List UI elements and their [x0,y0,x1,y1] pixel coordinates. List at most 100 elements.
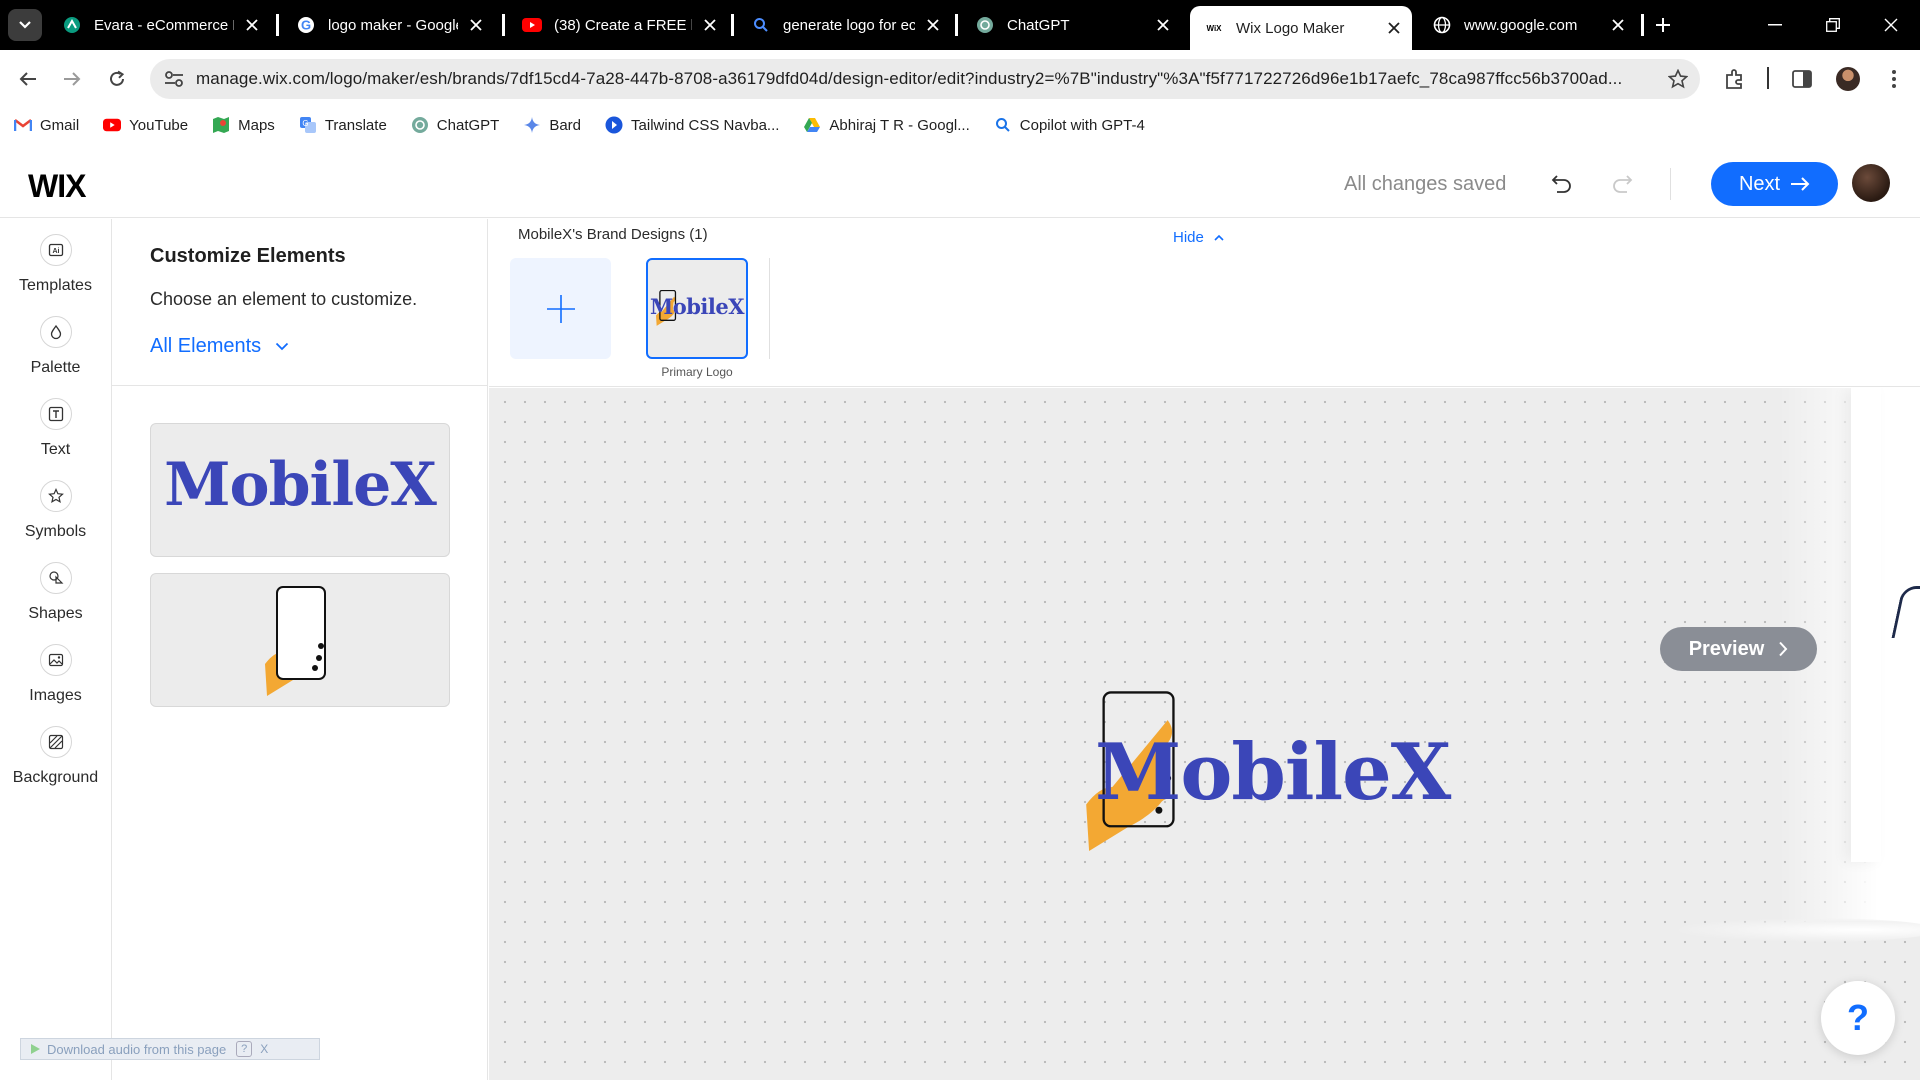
evara-icon [62,15,82,35]
tab-separator [955,14,958,36]
all-elements-dropdown[interactable]: All Elements [150,335,289,358]
browser-tab-strip: Evara - eCommerce H G logo maker - Googl… [0,0,1920,50]
tab-wix-logo-maker[interactable]: WiX Wix Logo Maker [1190,6,1412,50]
restore-icon [1826,18,1840,32]
hide-button[interactable]: Hide [1173,229,1224,246]
header-divider [1670,168,1671,200]
tab-search-button[interactable] [8,9,42,41]
help-button[interactable]: ? [1821,981,1895,1055]
rail-label: Images [29,687,82,704]
close-icon[interactable] [242,15,262,35]
help-icon[interactable]: ? [236,1041,253,1057]
bookmark-drive[interactable]: Abhiraj T R - Googl... [803,116,970,134]
rail-label: Background [12,769,99,786]
play-icon [31,1044,40,1054]
primary-logo-thumbnail[interactable]: MobileX [646,258,748,359]
tab-google-com[interactable]: www.google.com [1418,6,1636,44]
tab-title: www.google.com [1464,16,1578,34]
next-button[interactable]: Next [1711,162,1838,206]
bookmark-translate[interactable]: G Translate [299,116,387,134]
close-icon[interactable] [700,15,720,35]
rail-label: Palette [30,359,81,376]
restore-button[interactable] [1804,0,1862,50]
palette-icon [39,316,72,348]
bookmark-chatgpt[interactable]: ChatGPT [411,116,499,134]
bookmark-youtube[interactable]: YouTube [103,116,188,134]
side-panel-button[interactable] [1786,63,1818,95]
close-icon[interactable] [1608,15,1628,35]
tab-title: Evara - eCommerce H [94,16,234,34]
wix-editor-header: WIX All changes saved Next [0,148,1920,218]
wix-icon: WiX [1204,18,1224,38]
globe-icon [1432,15,1452,35]
rail-item-text[interactable]: Text [0,383,111,463]
download-audio-label: Download audio from this page [47,1041,227,1057]
tab-title: Wix Logo Maker [1236,19,1345,37]
redo-button[interactable] [1606,168,1638,200]
back-button[interactable] [12,63,44,95]
chevron-down-icon [19,21,31,29]
preview-button[interactable]: Preview [1660,627,1817,671]
new-tab-button[interactable] [1634,0,1692,50]
tab-separator [502,14,505,36]
close-window-button[interactable] [1862,0,1920,50]
bookmark-label: Gmail [40,116,80,134]
rail-item-background[interactable]: Background [0,711,111,791]
download-audio-bar[interactable]: Download audio from this page ? X [20,1038,320,1060]
translate-icon: G [299,116,317,134]
bookmark-maps[interactable]: Maps [212,116,275,134]
minimize-button[interactable] [1746,0,1804,50]
bookmark-label: Translate [324,116,387,134]
bookmark-gmail[interactable]: Gmail [14,116,79,134]
tab-youtube[interactable]: (38) Create a FREE lo [508,6,728,44]
svg-text:G: G [302,119,308,128]
next-button-label: Next [1738,172,1781,195]
element-card-text[interactable]: MobileX [150,423,450,557]
bookmark-bard[interactable]: Bard [523,116,581,134]
rail-item-shapes[interactable]: Shapes [0,547,111,627]
address-bar[interactable]: manage.wix.com/logo/maker/esh/brands/7df… [150,59,1700,99]
reload-button[interactable] [101,63,133,95]
tab-separator [731,14,734,36]
puzzle-icon [1726,69,1742,89]
brand-designs-strip: MobileX's Brand Designs (1) Hide MobileX… [489,219,1920,387]
tab-generate-logo[interactable]: generate logo for ec [737,6,951,44]
tab-google-logo-maker[interactable]: G logo maker - Google [282,6,494,44]
close-icon[interactable] [1153,15,1173,35]
text-icon [39,398,72,430]
side-panel-icon [1792,70,1812,88]
bookmark-label: Bard [549,116,582,134]
panel-divider [112,385,488,386]
design-canvas[interactable]: Preview MobileX ? [489,388,1920,1080]
bookmark-copilot[interactable]: Copilot with GPT-4 [994,116,1145,134]
extensions-button[interactable] [1719,63,1751,95]
mockup-panel [1851,388,1881,862]
forward-button[interactable] [56,63,88,95]
element-card-symbol[interactable] [150,573,450,707]
tab-chatgpt[interactable]: ChatGPT [961,6,1181,44]
user-avatar[interactable] [1852,164,1890,202]
close-icon[interactable] [1384,18,1404,38]
profile-button[interactable] [1832,63,1864,95]
logo-preview[interactable]: MobileX [1085,691,1465,861]
logo-wordmark: MobileX [1095,727,1451,818]
close-icon[interactable] [466,15,486,35]
plus-icon [1656,18,1670,32]
thumbnail-label: Primary Logo [661,365,733,379]
rail-item-images[interactable]: Images [0,629,111,709]
rail-label: Templates [19,277,92,294]
add-design-button[interactable] [510,258,611,359]
close-icon[interactable] [923,15,943,35]
wix-logo[interactable]: WIX [28,168,86,205]
chrome-menu-button[interactable] [1878,63,1910,95]
undo-button[interactable] [1546,168,1578,200]
youtube-icon [522,15,542,35]
close-icon[interactable]: X [256,1041,272,1057]
bookmark-tailwind[interactable]: Tailwind CSS Navba... [605,116,779,134]
customize-panel: Customize Elements Choose an element to … [112,219,488,1080]
tab-evara[interactable]: Evara - eCommerce H [48,6,270,44]
rail-item-templates[interactable]: Ai Templates [0,219,111,299]
rail-item-palette[interactable]: Palette [0,301,111,381]
bookmark-label: Tailwind CSS Navba... [631,116,780,134]
rail-item-symbols[interactable]: Symbols [0,465,111,545]
